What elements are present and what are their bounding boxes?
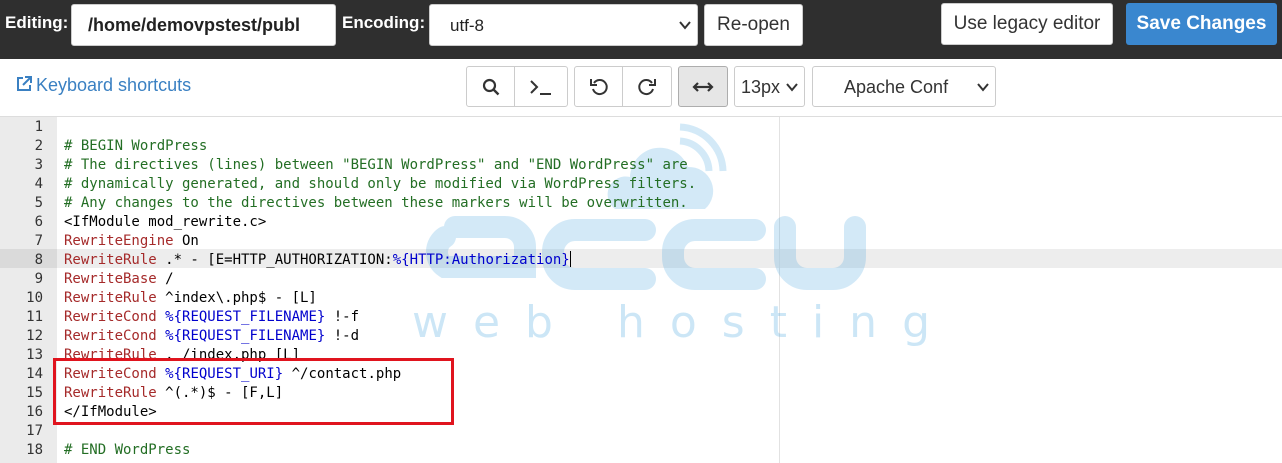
code-token: / bbox=[156, 271, 174, 287]
code-token: RewriteRule bbox=[64, 290, 157, 306]
code-line[interactable]: 12 RewriteCond %{REQUEST_FILENAME} !-d bbox=[0, 327, 780, 346]
code-token: .* - [E=HTTP_AUTHORIZATION: bbox=[156, 252, 393, 268]
code-line[interactable]: 1 bbox=[0, 118, 780, 137]
wrap-toggle-button[interactable] bbox=[678, 66, 728, 107]
code-text: # Any changes to the directives between … bbox=[64, 194, 688, 213]
external-link-icon bbox=[17, 76, 32, 91]
legacy-editor-button[interactable]: Use legacy editor bbox=[941, 3, 1113, 45]
code-line[interactable]: 9 RewriteBase / bbox=[0, 270, 780, 289]
line-number: 2 bbox=[34, 138, 43, 154]
code-text: <IfModule mod_rewrite.c> bbox=[64, 213, 266, 232]
line-number: 12 bbox=[26, 328, 43, 344]
search-icon bbox=[482, 78, 499, 95]
code-token: # BEGIN WordPress bbox=[64, 138, 208, 154]
code-token: !-d bbox=[325, 328, 360, 344]
code-token: %{HTTP:Authorization} bbox=[392, 252, 570, 268]
text-cursor bbox=[569, 251, 571, 267]
code-token: # The directives (lines) between "BEGIN … bbox=[64, 157, 688, 173]
undo-icon bbox=[589, 78, 608, 95]
line-number: 6 bbox=[34, 214, 43, 230]
line-number: 1 bbox=[34, 119, 43, 135]
encoding-value: utf-8 bbox=[450, 16, 485, 35]
code-text: RewriteRule ^index\.php$ - [L] bbox=[64, 289, 317, 308]
encoding-select[interactable]: utf-8 bbox=[429, 4, 698, 46]
code-text: # BEGIN WordPress bbox=[64, 137, 207, 156]
code-line[interactable]: 10 RewriteRule ^index\.php$ - [L] bbox=[0, 289, 780, 308]
code-line[interactable]: 11 RewriteCond %{REQUEST_FILENAME} !-f bbox=[0, 308, 780, 327]
redo-button[interactable] bbox=[622, 66, 672, 107]
code-text: RewriteCond %{REQUEST_FILENAME} !-d bbox=[64, 327, 359, 346]
code-token: RewriteRule bbox=[64, 252, 157, 268]
terminal-icon bbox=[530, 79, 551, 95]
line-number: 18 bbox=[26, 442, 43, 458]
line-number: 13 bbox=[26, 347, 43, 363]
syntax-mode-value: Apache Conf bbox=[844, 77, 949, 97]
undo-button[interactable] bbox=[574, 66, 623, 107]
code-token: %{REQUEST_FILENAME} bbox=[165, 309, 326, 325]
code-text: # The directives (lines) between "BEGIN … bbox=[64, 156, 688, 175]
search-button[interactable] bbox=[466, 66, 515, 107]
code-token: RewriteBase bbox=[64, 271, 157, 287]
code-token: <IfModule mod_rewrite.c> bbox=[64, 214, 267, 230]
code-text: RewriteEngine On bbox=[64, 232, 199, 251]
line-number: 15 bbox=[26, 385, 43, 401]
code-line[interactable]: 2 # BEGIN WordPress bbox=[0, 137, 780, 156]
font-size-value: 13px bbox=[741, 77, 781, 97]
redo-icon bbox=[638, 78, 656, 95]
code-token: # Any changes to the directives between … bbox=[64, 195, 688, 211]
code-text: # END WordPress bbox=[64, 441, 190, 460]
chevron-down-icon bbox=[786, 83, 798, 92]
code-token: RewriteEngine bbox=[64, 233, 174, 249]
line-number: 8 bbox=[34, 252, 43, 268]
code-line[interactable]: 18 # END WordPress bbox=[0, 441, 780, 460]
line-number: 7 bbox=[34, 233, 43, 249]
line-number: 9 bbox=[34, 271, 43, 287]
code-text: # dynamically generated, and should only… bbox=[64, 175, 696, 194]
code-text: RewriteBase / bbox=[64, 270, 174, 289]
code-token: ^index\.php$ - [L] bbox=[156, 290, 317, 306]
encoding-label: Encoding: bbox=[342, 13, 426, 32]
file-path-field[interactable]: /home/demovpstest/publ bbox=[71, 4, 336, 46]
code-token: On bbox=[173, 233, 199, 249]
chevron-down-icon bbox=[679, 21, 691, 30]
line-number: 4 bbox=[34, 176, 43, 192]
line-number: 3 bbox=[34, 157, 43, 173]
arrows-horizontal-icon bbox=[692, 81, 714, 92]
font-size-select[interactable]: 13px bbox=[734, 66, 805, 107]
chevron-down-icon bbox=[977, 83, 989, 92]
keyboard-shortcuts-link[interactable]: Keyboard shortcuts bbox=[15, 75, 191, 96]
code-text: RewriteCond %{REQUEST_FILENAME} !-f bbox=[64, 308, 359, 327]
line-number: 16 bbox=[26, 404, 43, 420]
goto-line-button[interactable] bbox=[514, 66, 568, 107]
line-number: 10 bbox=[26, 290, 43, 306]
code-token: %{REQUEST_FILENAME} bbox=[165, 328, 326, 344]
code-line[interactable]: 5 # Any changes to the directives between… bbox=[0, 194, 780, 213]
code-line[interactable]: 6 <IfModule mod_rewrite.c> bbox=[0, 213, 780, 232]
code-line[interactable]: 7 RewriteEngine On bbox=[0, 232, 780, 251]
line-number: 17 bbox=[26, 423, 43, 439]
code-text: RewriteRule .* - [E=HTTP_AUTHORIZATION:%… bbox=[64, 251, 571, 270]
save-changes-button[interactable]: Save Changes bbox=[1126, 3, 1277, 45]
code-token: # dynamically generated, and should only… bbox=[64, 176, 697, 192]
editing-label: Editing: bbox=[5, 13, 69, 32]
keyboard-shortcuts-label: Keyboard shortcuts bbox=[36, 75, 192, 95]
reopen-button[interactable]: Re-open bbox=[704, 4, 803, 46]
code-line[interactable]: 8 RewriteRule .* - [E=HTTP_AUTHORIZATION:… bbox=[0, 251, 780, 270]
syntax-mode-select[interactable]: Apache Conf bbox=[812, 66, 996, 107]
code-line[interactable]: 3 # The directives (lines) between "BEGIN… bbox=[0, 156, 780, 175]
code-line[interactable]: 4 # dynamically generated, and should onl… bbox=[0, 175, 780, 194]
code-token: RewriteCond bbox=[64, 328, 157, 344]
code-token: # END WordPress bbox=[64, 442, 191, 458]
code-token: !-f bbox=[325, 309, 360, 325]
highlight-box bbox=[53, 358, 454, 425]
line-number: 14 bbox=[26, 366, 43, 382]
code-token: RewriteCond bbox=[64, 309, 157, 325]
code-editor[interactable]: web hosting 1 2 # BEGIN WordPress 3 # The di… bbox=[0, 116, 1282, 463]
line-number: 11 bbox=[26, 309, 43, 325]
editor-header-bar: Editing: /home/demovpstest/publ Encoding… bbox=[0, 0, 1282, 59]
line-number: 5 bbox=[34, 195, 43, 211]
